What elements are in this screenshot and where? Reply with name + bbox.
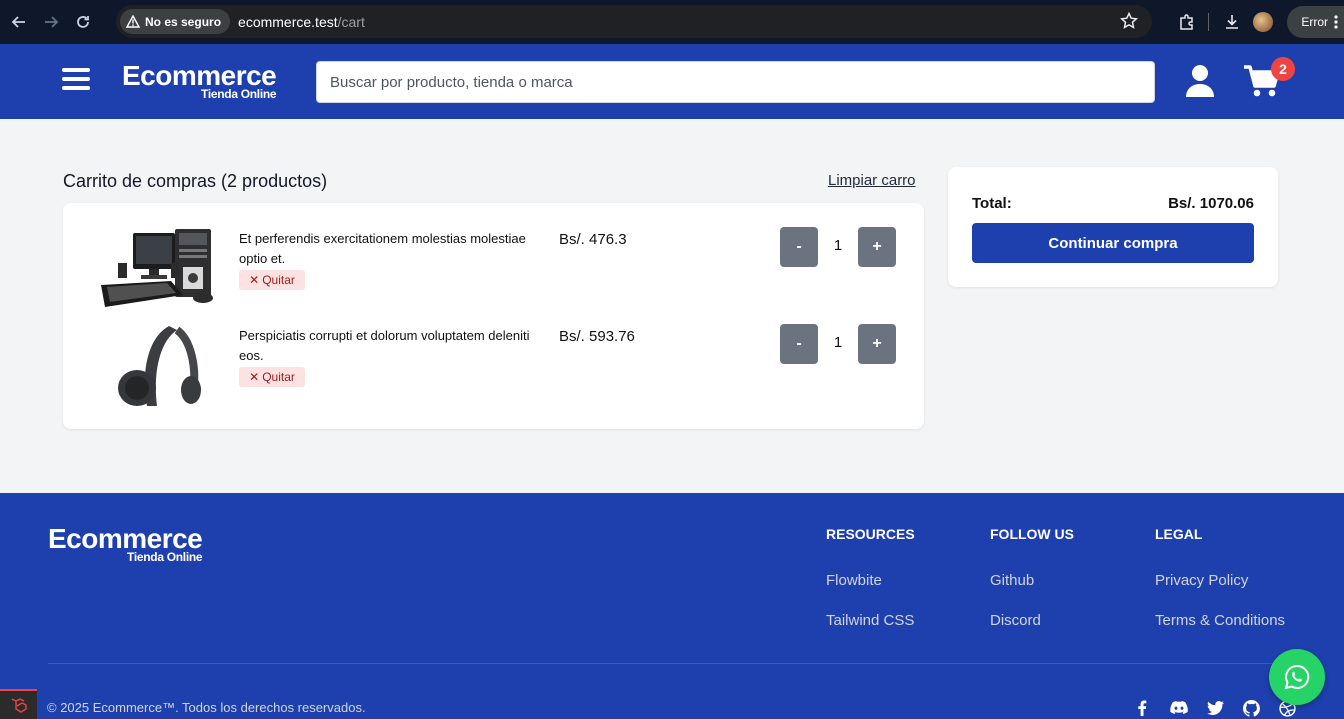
footer-link-terms[interactable]: Terms & Conditions xyxy=(1155,612,1285,629)
desktop-computer-image xyxy=(101,229,213,307)
total-value: Bs/. 1070.06 xyxy=(1168,195,1254,212)
footer-heading: LEGAL xyxy=(1155,526,1203,542)
cart-item: Perspiciatis corrupti et dolorum volupta… xyxy=(63,324,924,408)
remove-item-button[interactable]: ✕ Quitar xyxy=(239,270,305,290)
footer-link-tailwind[interactable]: Tailwind CSS xyxy=(826,612,914,629)
continue-checkout-button[interactable]: Continuar compra xyxy=(972,223,1254,263)
logo-name: Ecommerce xyxy=(122,60,277,91)
whatsapp-icon xyxy=(1284,664,1310,690)
remove-label: Quitar xyxy=(262,370,295,384)
headphones-image xyxy=(118,326,201,406)
downloads-button[interactable] xyxy=(1217,7,1247,37)
warning-icon xyxy=(126,15,140,28)
url-host: ecommerce.test xyxy=(238,13,338,30)
footer-heading: RESOURCES xyxy=(826,526,915,542)
site-header: Ecommerce Tienda Online 2 xyxy=(0,44,1344,119)
clear-cart-link[interactable]: Limpiar carro xyxy=(828,172,916,189)
menu-button[interactable] xyxy=(62,68,90,94)
footer-logo[interactable]: Ecommerce Tienda Online xyxy=(48,523,203,564)
toolbar-separator xyxy=(1208,13,1210,31)
footer-column-follow: FOLLOW US Github Discord xyxy=(990,526,1074,629)
search-input[interactable] xyxy=(316,61,1155,103)
footer-link-github[interactable]: Github xyxy=(990,572,1034,589)
increase-qty-button[interactable]: + xyxy=(858,324,896,364)
reload-button[interactable] xyxy=(70,9,96,35)
close-icon: ✕ xyxy=(249,273,260,287)
cart-item: Et perferendis exercitationem molestias … xyxy=(63,227,924,311)
security-label: No es seguro xyxy=(145,14,222,29)
extensions-button[interactable] xyxy=(1172,7,1202,37)
menu-bar xyxy=(62,86,90,90)
footer-link-privacy[interactable]: Privacy Policy xyxy=(1155,572,1248,589)
whatsapp-button[interactable] xyxy=(1269,649,1325,705)
product-image-computer[interactable] xyxy=(91,227,216,311)
footer-link-discord[interactable]: Discord xyxy=(990,612,1041,629)
error-chip[interactable]: Error xyxy=(1287,6,1344,38)
site-footer: Ecommerce Tienda Online RESOURCES Flowbi… xyxy=(0,493,1344,719)
cart-title: Carrito de compras (2 productos) xyxy=(63,171,328,191)
user-icon xyxy=(1186,65,1214,97)
security-chip[interactable]: No es seguro xyxy=(120,9,231,34)
footer-link-flowbite[interactable]: Flowbite xyxy=(826,572,882,589)
browser-toolbar: No es seguro ecommerce.test/cart Error xyxy=(0,0,1344,44)
product-name[interactable]: Et perferendis exercitationem molestias … xyxy=(239,229,557,269)
remove-item-button[interactable]: ✕ Quitar xyxy=(239,367,305,387)
increase-qty-button[interactable]: + xyxy=(858,227,896,267)
bookmark-button[interactable] xyxy=(1119,11,1139,35)
cart-items-card: Et perferendis exercitationem molestias … xyxy=(63,203,924,429)
discord-icon xyxy=(1170,701,1188,714)
footer-column-resources: RESOURCES Flowbite Tailwind CSS xyxy=(826,526,915,629)
copyright-text: © 2025 Ecommerce™. Todos los derechos re… xyxy=(47,700,366,715)
total-label: Total: xyxy=(972,195,1012,212)
profile-avatar[interactable] xyxy=(1253,12,1274,32)
close-icon: ✕ xyxy=(249,370,260,384)
menu-bar xyxy=(62,77,90,81)
browser-actions: Error xyxy=(1172,0,1344,44)
footer-column-legal: LEGAL Privacy Policy Terms & Conditions xyxy=(1155,526,1285,629)
more-vert-icon xyxy=(1334,15,1338,29)
facebook-link[interactable] xyxy=(1133,699,1151,717)
footer-divider xyxy=(48,663,1296,664)
url-text: ecommerce.test/cart xyxy=(238,14,365,30)
laravel-icon xyxy=(11,698,27,713)
discord-link[interactable] xyxy=(1170,699,1188,717)
back-button[interactable] xyxy=(6,9,32,35)
quantity-value: 1 xyxy=(833,237,843,254)
arrow-left-icon xyxy=(11,16,25,28)
puzzle-icon xyxy=(1180,14,1194,30)
download-icon xyxy=(1226,15,1239,29)
url-path: /cart xyxy=(337,13,365,30)
twitter-link[interactable] xyxy=(1206,699,1224,717)
star-icon xyxy=(1119,11,1139,29)
github-icon xyxy=(1242,699,1260,717)
error-label: Error xyxy=(1301,15,1328,29)
header-logo[interactable]: Ecommerce Tienda Online xyxy=(122,60,277,101)
cart-count-badge: 2 xyxy=(1271,57,1295,81)
remove-label: Quitar xyxy=(262,273,295,287)
quantity-value: 1 xyxy=(833,334,843,351)
account-button[interactable] xyxy=(1185,64,1215,98)
forward-button[interactable] xyxy=(38,9,64,35)
product-price: Bs/. 593.76 xyxy=(559,328,635,345)
twitter-icon xyxy=(1206,701,1224,715)
facebook-icon xyxy=(1138,700,1147,716)
menu-bar xyxy=(62,68,90,72)
footer-logo-name: Ecommerce xyxy=(48,523,203,554)
decrease-qty-button[interactable]: - xyxy=(780,227,818,267)
decrease-qty-button[interactable]: - xyxy=(780,324,818,364)
address-bar[interactable]: No es seguro ecommerce.test/cart xyxy=(116,5,1152,38)
reload-icon xyxy=(77,16,89,28)
arrow-right-icon xyxy=(45,16,59,28)
product-name[interactable]: Perspiciatis corrupti et dolorum volupta… xyxy=(239,326,557,366)
debug-toolbar-toggle[interactable] xyxy=(0,689,37,719)
product-price: Bs/. 476.3 xyxy=(559,231,627,248)
order-summary-card: Total: Bs/. 1070.06 Continuar compra xyxy=(948,167,1278,287)
github-link[interactable] xyxy=(1242,699,1260,717)
footer-heading: FOLLOW US xyxy=(990,526,1074,542)
product-image-headphones[interactable] xyxy=(91,324,216,408)
